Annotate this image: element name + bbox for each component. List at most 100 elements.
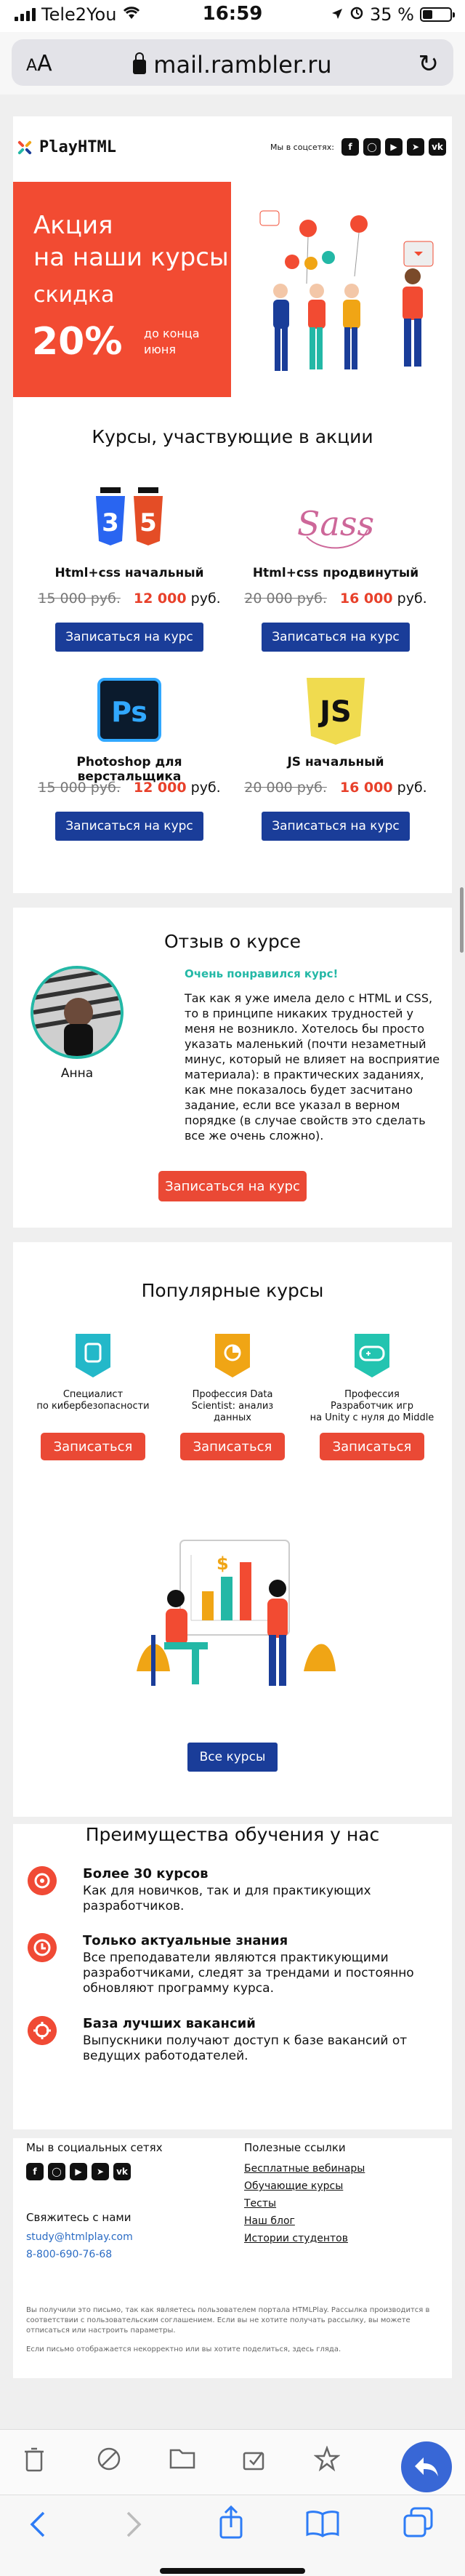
- url-text: mail.rambler.ru: [153, 51, 332, 79]
- mark-read-icon[interactable]: [241, 2446, 267, 2479]
- svg-text:5: 5: [140, 508, 157, 537]
- new-price: 16 000: [339, 591, 393, 607]
- new-price: 12 000: [133, 780, 187, 796]
- status-right-group: 35 %: [331, 4, 455, 25]
- course-card: JS JS начальный 20 000 руб. 16 000 руб. З…: [241, 675, 430, 864]
- logo-text: PlayHTML: [39, 138, 116, 156]
- footer-link[interactable]: Тесты: [244, 2198, 276, 2209]
- popular-course-line: Профессия Data: [192, 1389, 273, 1400]
- telegram-icon[interactable]: ➤: [92, 2163, 109, 2180]
- price-unit: руб.: [190, 591, 221, 607]
- safari-address-area: AA mail.rambler.ru ↻: [0, 32, 465, 95]
- review-section: Отзыв о курсе Анна Очень понравился курс…: [13, 908, 452, 1228]
- course-prices: 20 000 руб. 16 000 руб.: [241, 780, 430, 796]
- spam-icon[interactable]: [96, 2446, 122, 2479]
- share-icon[interactable]: [217, 2505, 246, 2545]
- old-price: 15 000 руб.: [38, 780, 121, 796]
- footer-link[interactable]: Истории студентов: [244, 2233, 348, 2244]
- reply-button[interactable]: [401, 2441, 452, 2492]
- advantage-desc: Выпускники получают доступ к базе ваканс…: [83, 2033, 408, 2063]
- footer-email-link[interactable]: study@htmlplay.com: [26, 2231, 133, 2243]
- promo-title-line2: на наши курсы: [33, 243, 229, 272]
- vk-icon[interactable]: vk: [429, 138, 446, 156]
- avatar: [31, 966, 124, 1059]
- course-card: Ps Photoshop для верстальщика 15 000 руб…: [35, 675, 224, 864]
- old-price: 15 000 руб.: [38, 591, 121, 607]
- logo-mark-icon: [17, 140, 33, 156]
- ios-status-bar: Tele2You 16:59 35 %: [0, 0, 465, 32]
- courses-title: Курсы, участвующие в акции: [92, 426, 373, 447]
- svg-text:Ps: Ps: [111, 696, 147, 728]
- reload-icon[interactable]: ↻: [418, 49, 440, 79]
- forward-icon[interactable]: [125, 2510, 142, 2545]
- popular-course-line: по кибербезопасности: [36, 1401, 150, 1412]
- html-css-icon: 3 5: [96, 487, 163, 545]
- popular-course-line: Специалист: [62, 1389, 124, 1400]
- back-icon[interactable]: [29, 2510, 46, 2545]
- advantage-desc: Как для новичков, так и для практикующих…: [83, 1884, 371, 1913]
- footer-phone-link[interactable]: 8-800-690-76-68: [26, 2249, 112, 2260]
- target-icon: [28, 1866, 57, 1895]
- advantages-section: Преимущества обучения у нас Более 30 кур…: [13, 1824, 452, 2129]
- scrollbar[interactable]: [460, 887, 464, 953]
- battery-level-fill: [423, 10, 432, 19]
- facebook-icon[interactable]: f: [26, 2163, 44, 2180]
- all-courses-button[interactable]: Все курсы: [187, 1743, 278, 1772]
- advantage-title: Только актуальные знания: [83, 1933, 288, 1948]
- promo-until-line1: до конца: [144, 327, 200, 340]
- advantage-title: Более 30 курсов: [83, 1866, 209, 1881]
- popular-course-label: Специалист по кибербезопасности: [22, 1389, 164, 1412]
- svg-text:$: $: [217, 1553, 229, 1574]
- footer-link[interactable]: Наш блог: [244, 2215, 295, 2227]
- enroll-button[interactable]: Записаться на курс: [55, 812, 203, 841]
- telegram-icon[interactable]: ➤: [407, 138, 424, 156]
- bookmarks-icon[interactable]: [305, 2508, 340, 2544]
- folder-icon[interactable]: [169, 2446, 196, 2477]
- promo-subtitle: скидка: [33, 282, 115, 308]
- old-price: 20 000 руб.: [244, 780, 327, 796]
- course-name: Html+css начальный: [54, 566, 204, 580]
- review-enroll-button[interactable]: Записаться на курс: [158, 1171, 307, 1201]
- mail-toolbar: [0, 2429, 465, 2495]
- popular-title: Популярные курсы: [141, 1280, 324, 1301]
- url-display[interactable]: mail.rambler.ru: [12, 51, 453, 79]
- popular-course-line: Разработчик игр: [330, 1401, 414, 1412]
- old-price: 20 000 руб.: [244, 591, 327, 607]
- footer-social-icons: f ◯ ▶ ➤ vk: [26, 2163, 131, 2180]
- vk-icon[interactable]: vk: [113, 2163, 131, 2180]
- youtube-icon[interactable]: ▶: [385, 138, 403, 156]
- reply-icon: [415, 2457, 438, 2476]
- enroll-button[interactable]: Записаться на курс: [55, 623, 203, 652]
- footer-link[interactable]: Обучающие курсы: [244, 2180, 343, 2192]
- youtube-icon[interactable]: ▶: [70, 2163, 87, 2180]
- promo-illustration: [259, 210, 434, 371]
- enroll-button[interactable]: Записаться на курс: [262, 623, 410, 652]
- promo-title-line1: Акция: [33, 211, 113, 240]
- facebook-icon[interactable]: f: [341, 138, 359, 156]
- advantage-title: База лучших вакансий: [83, 2016, 256, 2031]
- popular-course-line: данных: [214, 1412, 251, 1423]
- enroll-button[interactable]: Записаться на курс: [262, 812, 410, 841]
- star-icon[interactable]: [313, 2445, 341, 2479]
- promo-until-line2: июня: [144, 343, 176, 356]
- signup-button[interactable]: Записаться: [320, 1433, 424, 1460]
- promo-discount: 20%: [32, 320, 123, 364]
- address-bar[interactable]: AA mail.rambler.ru ↻: [12, 39, 453, 86]
- delete-icon[interactable]: [23, 2446, 45, 2479]
- logo[interactable]: PlayHTML: [17, 138, 116, 156]
- footer-contact-title: Свяжитесь с нами: [26, 2211, 132, 2224]
- study-illustration: $: [137, 1540, 336, 1686]
- instagram-icon[interactable]: ◯: [363, 138, 381, 156]
- signup-button[interactable]: Записаться: [180, 1433, 285, 1460]
- course-prices: 20 000 руб. 16 000 руб.: [241, 591, 430, 607]
- promo-panel: Акция на наши курсы скидка 20% до конца …: [13, 182, 231, 397]
- tabs-icon[interactable]: [403, 2507, 434, 2545]
- gamepad-icon: [355, 1334, 389, 1377]
- instagram-icon[interactable]: ◯: [48, 2163, 65, 2180]
- location-icon: [331, 4, 344, 25]
- popular-course-line: Scientist: анализ: [191, 1401, 274, 1412]
- lock-icon: [133, 52, 147, 74]
- data-science-icon: [215, 1334, 250, 1377]
- footer-link[interactable]: Бесплатные вебинары: [244, 2163, 365, 2175]
- signup-button[interactable]: Записаться: [41, 1433, 145, 1460]
